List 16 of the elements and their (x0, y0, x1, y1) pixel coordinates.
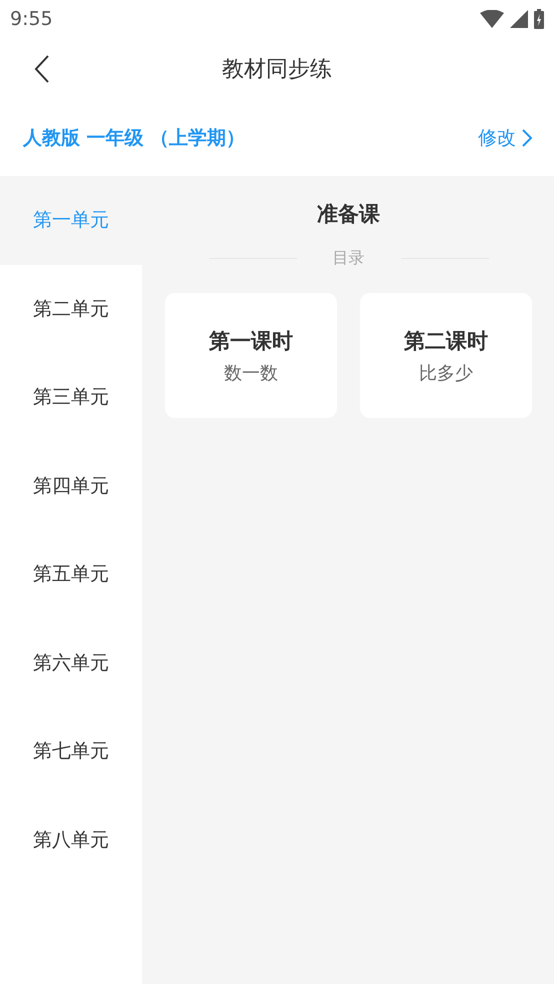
battery-icon (534, 9, 544, 29)
chevron-icon (522, 129, 532, 147)
wifi-icon (480, 10, 504, 28)
textbook-name: 人教版 一年级 （上学期） (23, 126, 246, 151)
catalog-label: 目录 (332, 248, 364, 269)
lesson-card[interactable]: 第一课时 数一数 (165, 293, 337, 418)
lesson-subtitle: 比多少 (419, 362, 473, 384)
lesson-title: 第二课时 (404, 328, 488, 354)
signal-icon (510, 10, 528, 28)
status-time: 9:55 (10, 8, 53, 30)
lesson-card[interactable]: 第二课时 比多少 (360, 293, 532, 418)
back-icon (34, 55, 50, 83)
lesson-subtitle: 数一数 (224, 362, 278, 384)
page-title: 教材同步练 (222, 56, 332, 84)
lesson-title: 第一课时 (209, 328, 293, 354)
section-title: 准备课 (317, 201, 380, 228)
